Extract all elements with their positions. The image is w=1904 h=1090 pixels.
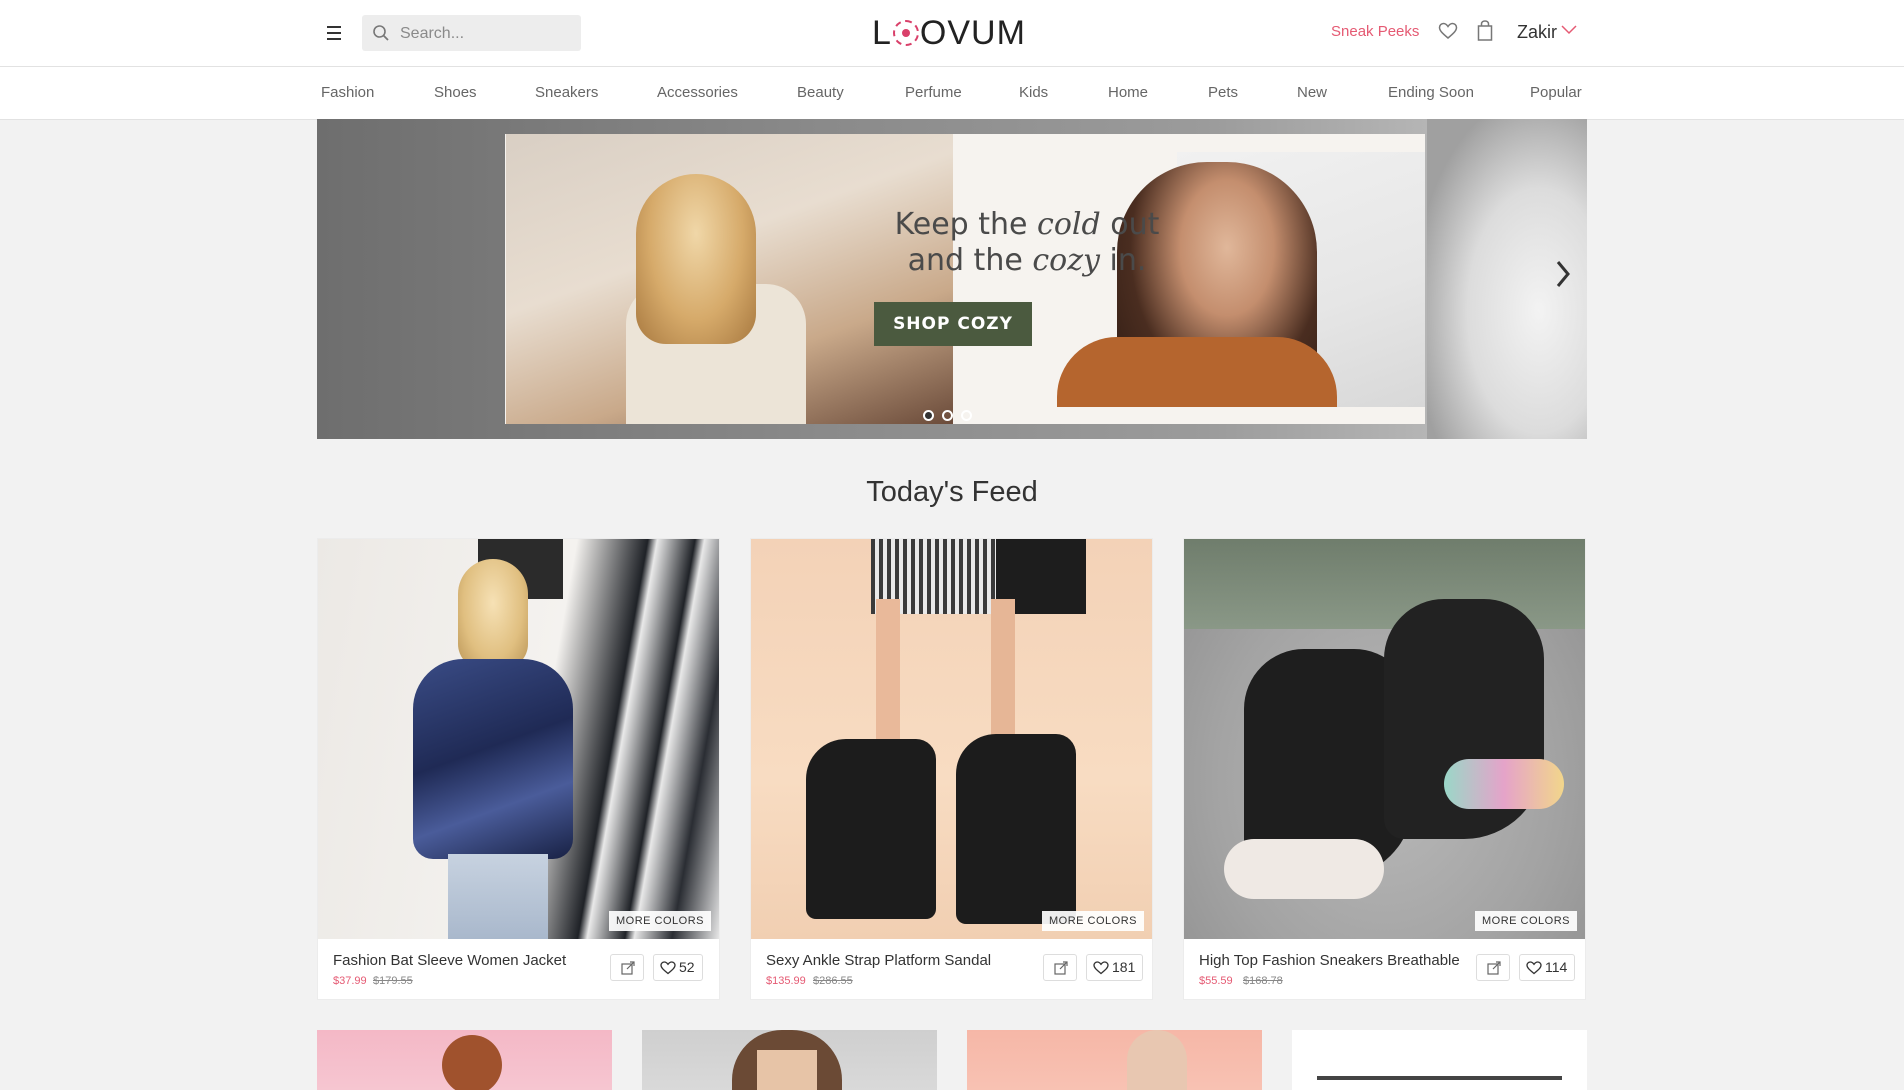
product-card[interactable]: MORE COLORS High Top Fashion Sneakers Br… <box>1183 538 1586 1000</box>
site-logo[interactable]: L OVUM <box>872 14 1026 53</box>
more-colors-badge[interactable]: MORE COLORS <box>608 911 711 931</box>
user-name: Zakir <box>1517 22 1557 42</box>
like-button[interactable]: 181 <box>1086 954 1144 981</box>
heart-icon <box>1093 961 1109 975</box>
search-icon <box>373 25 389 41</box>
product-image[interactable]: MORE COLORS <box>751 539 1152 939</box>
product-image-jacket <box>413 659 573 859</box>
nav-item-shoes[interactable]: Shoes <box>434 84 477 101</box>
product-original-price: $286.55 <box>813 975 853 987</box>
product-name[interactable]: Sexy Ankle Strap Platform Sandal <box>766 952 991 969</box>
nav-item-beauty[interactable]: Beauty <box>797 84 844 101</box>
banner-photo-right-jumper <box>1057 337 1337 407</box>
product-image-partial-face <box>757 1050 817 1090</box>
like-button[interactable]: 52 <box>653 954 703 981</box>
banner-line2-b: cozy <box>1032 243 1100 278</box>
product-image-shoe-left <box>806 739 936 919</box>
hamburger-menu-icon[interactable] <box>321 20 347 46</box>
product-image-shorts <box>448 854 548 939</box>
share-button[interactable] <box>610 954 644 981</box>
search-input[interactable] <box>398 15 577 53</box>
product-image-sole-left <box>1224 839 1384 899</box>
product-original-price: $179.55 <box>373 975 413 987</box>
nav-item-accessories[interactable]: Accessories <box>657 84 738 101</box>
product-card-partial[interactable] <box>642 1030 937 1090</box>
product-card[interactable]: MORE COLORS Sexy Ankle Strap Platform Sa… <box>750 538 1153 1000</box>
logo-mark-icon <box>892 20 919 46</box>
product-price: $55.59 <box>1199 975 1233 987</box>
like-count: 52 <box>679 959 695 975</box>
product-price: $37.99 <box>333 975 367 987</box>
nav-item-new[interactable]: New <box>1297 84 1327 101</box>
wishlist-heart-icon[interactable] <box>1438 22 1458 45</box>
nav-item-popular[interactable]: Popular <box>1530 84 1582 101</box>
product-image-shoe-right <box>956 734 1076 924</box>
carousel-dot-2[interactable] <box>942 410 953 421</box>
shopping-bag-icon[interactable] <box>1477 20 1493 47</box>
sneak-peeks-link[interactable]: Sneak Peeks <box>1331 23 1419 40</box>
logo-text-start: L <box>872 14 892 52</box>
nav-item-pets[interactable]: Pets <box>1208 84 1238 101</box>
user-menu[interactable]: Zakir <box>1517 22 1577 43</box>
share-icon <box>621 961 635 975</box>
product-original-price: $168.78 <box>1243 975 1283 987</box>
banner-tagline: Keep the cold out and the cozy in. <box>822 207 1232 279</box>
chevron-down-icon <box>1561 25 1577 35</box>
top-header: L OVUM Sneak Peeks Zakir <box>0 0 1904 67</box>
share-icon <box>1487 961 1501 975</box>
banner-photo-left <box>506 134 953 424</box>
product-image-partial <box>442 1035 502 1090</box>
heart-icon <box>1526 961 1542 975</box>
product-image-partial <box>1317 1076 1562 1080</box>
banner-photo-left-figure <box>636 174 756 344</box>
like-count: 181 <box>1112 959 1136 975</box>
shop-cozy-button[interactable]: SHOP COZY <box>874 302 1032 346</box>
like-button[interactable]: 114 <box>1519 954 1576 981</box>
product-image-partial <box>1127 1030 1187 1090</box>
product-card-partial[interactable] <box>967 1030 1262 1090</box>
carousel-dot-1[interactable] <box>923 410 934 421</box>
more-colors-badge[interactable]: MORE COLORS <box>1474 911 1577 931</box>
carousel-dots <box>923 408 980 426</box>
banner-line2-a: and the <box>907 243 1023 278</box>
nav-item-home[interactable]: Home <box>1108 84 1148 101</box>
product-price: $135.99 <box>766 975 806 987</box>
banner-line1-c: out <box>1110 207 1160 242</box>
product-card-partial[interactable] <box>1292 1030 1587 1090</box>
share-icon <box>1054 961 1068 975</box>
search-box[interactable] <box>362 15 581 53</box>
feed-title: Today's Feed <box>866 476 1038 508</box>
category-nav: Fashion Shoes Sneakers Accessories Beaut… <box>0 67 1904 120</box>
product-name[interactable]: Fashion Bat Sleeve Women Jacket <box>333 952 566 969</box>
product-image-hair <box>458 559 528 669</box>
product-card-partial[interactable] <box>317 1030 612 1090</box>
banner-line1-b: cold <box>1037 207 1101 242</box>
banner-line-2: and the cozy in. <box>822 243 1232 279</box>
product-name[interactable]: High Top Fashion Sneakers Breathable <box>1199 952 1460 969</box>
more-colors-badge[interactable]: MORE COLORS <box>1041 911 1144 931</box>
product-image-rainbow-toe <box>1444 759 1564 809</box>
nav-item-ending-soon[interactable]: Ending Soon <box>1388 84 1474 101</box>
banner-line2-c: in. <box>1109 243 1147 278</box>
product-card[interactable]: MORE COLORS Fashion Bat Sleeve Women Jac… <box>317 538 720 1000</box>
product-image-leg-left <box>876 599 900 749</box>
hero-banner[interactable]: Keep the cold out and the cozy in. SHOP … <box>317 119 1587 439</box>
chevron-right-icon[interactable] <box>1553 257 1573 296</box>
nav-item-sneakers[interactable]: Sneakers <box>535 84 598 101</box>
product-image-leg-right <box>991 599 1015 739</box>
nav-item-fashion[interactable]: Fashion <box>321 84 374 101</box>
like-count: 114 <box>1545 959 1568 975</box>
product-image[interactable]: MORE COLORS <box>1184 539 1585 939</box>
banner-line1-a: Keep the <box>894 207 1028 242</box>
nav-item-kids[interactable]: Kids <box>1019 84 1048 101</box>
share-button[interactable] <box>1043 954 1077 981</box>
heart-icon <box>660 961 676 975</box>
logo-text-end: OVUM <box>919 14 1026 52</box>
carousel-dot-3[interactable] <box>961 410 972 421</box>
nav-item-perfume[interactable]: Perfume <box>905 84 962 101</box>
product-image[interactable]: MORE COLORS <box>318 539 719 939</box>
share-button[interactable] <box>1476 954 1510 981</box>
banner-line-1: Keep the cold out <box>822 207 1232 243</box>
banner-photo-right <box>1057 152 1425 407</box>
